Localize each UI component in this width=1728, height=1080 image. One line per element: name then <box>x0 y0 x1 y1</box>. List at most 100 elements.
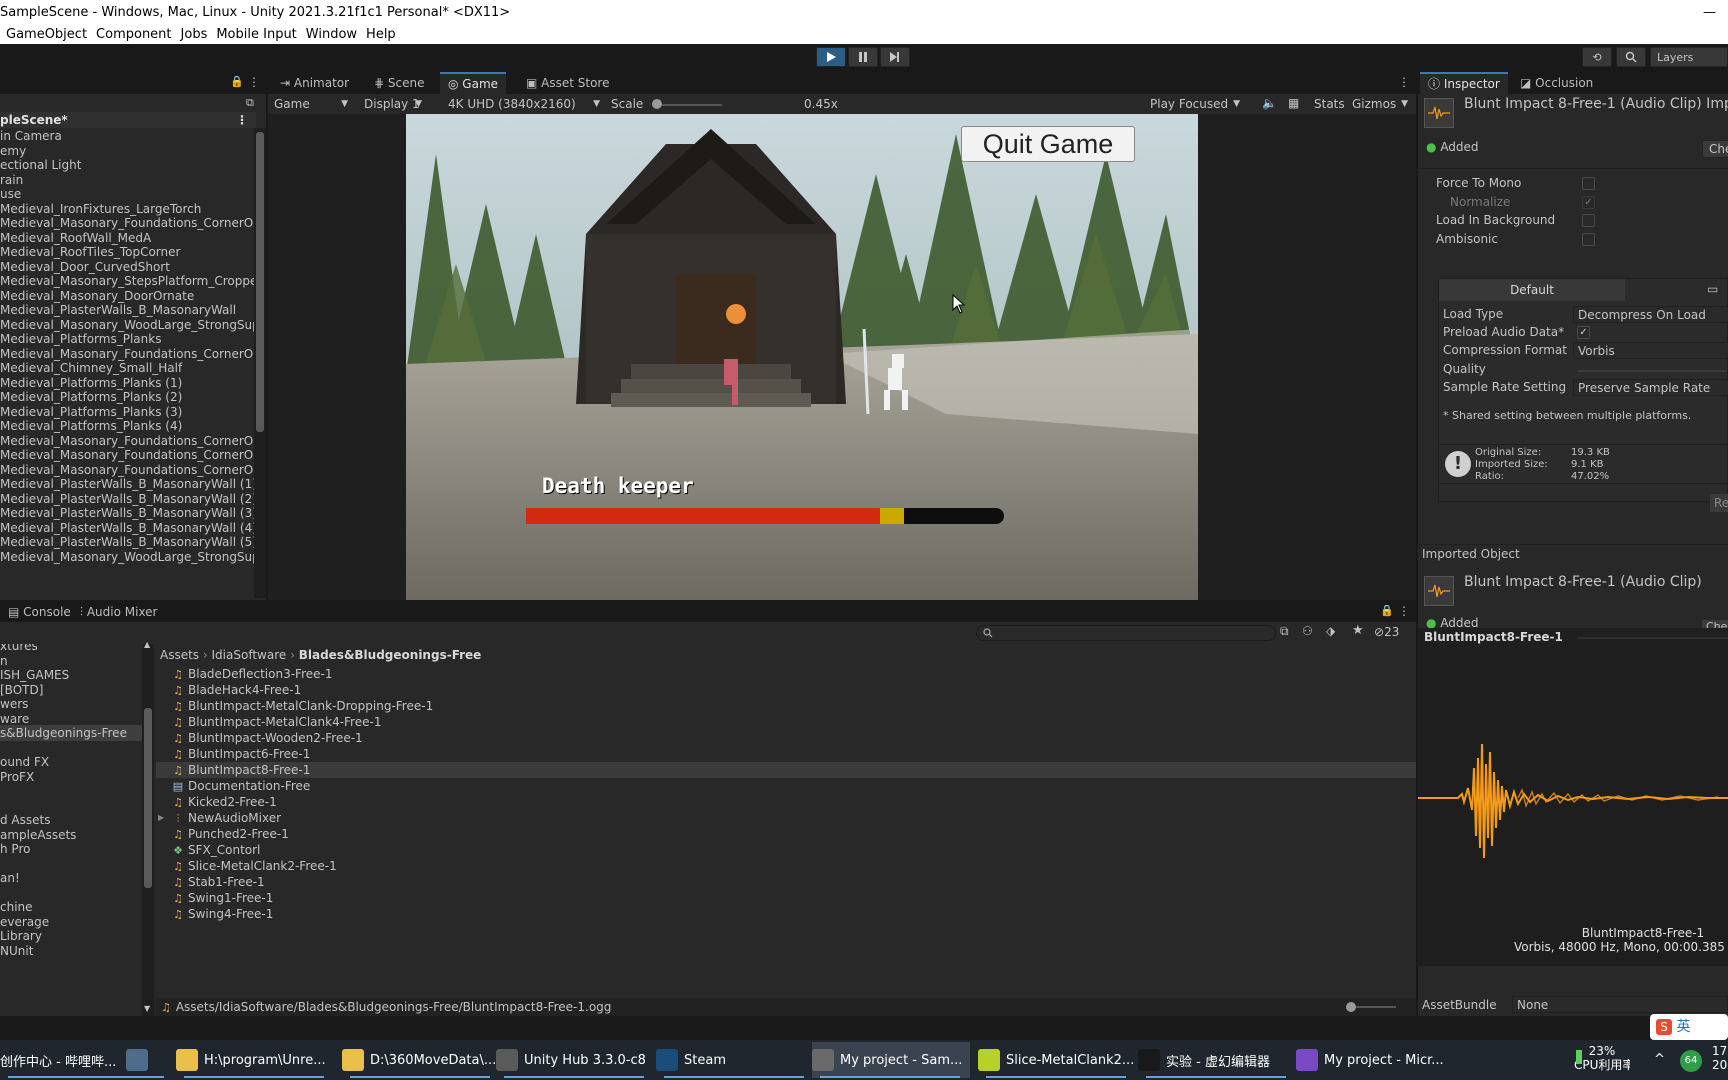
resolution-dropdown[interactable]: 4K UHD (3840x2160) ▼ <box>444 95 604 113</box>
platform-setting-dropdown[interactable]: Decompress On Load <box>1573 306 1728 323</box>
imported-che-button[interactable]: Che <box>1702 620 1728 628</box>
file-list-item[interactable]: ♫ Stab1-Free-1 <box>156 874 1416 890</box>
scale-slider-track[interactable] <box>654 104 722 106</box>
file-list-item[interactable]: ♫ BluntImpact-Wooden2-Free-1 <box>156 730 1416 746</box>
panel-menu-icon[interactable]: ⋮ <box>248 75 260 89</box>
platform-tab-default[interactable]: Default <box>1439 279 1625 301</box>
step-button[interactable] <box>880 47 910 67</box>
tab-asset-store[interactable]: ▣ Asset Store <box>518 72 618 94</box>
scroll-up-icon[interactable]: ▲ <box>144 640 150 649</box>
menu-jobs[interactable]: Jobs <box>181 26 208 44</box>
menu-mobile-input[interactable]: Mobile Input <box>216 26 296 44</box>
file-list-item[interactable]: ♫ Slice-MetalClank2-Free-1 <box>156 858 1416 874</box>
play-mode-dropdown[interactable]: Play Focused ▼ <box>1146 95 1244 113</box>
taskbar-item[interactable]: 实验 - 虚幻编辑器 <box>1138 1042 1286 1078</box>
platform-setting-dropdown[interactable]: Vorbis <box>1573 342 1728 360</box>
menu-help[interactable]: Help <box>366 26 396 44</box>
preview-drag-handle[interactable] <box>1578 637 1728 639</box>
revert-button[interactable]: Re <box>1710 494 1728 512</box>
expand-arrow-icon[interactable]: ▶ <box>158 810 164 826</box>
folder-tree-item[interactable]: NUnit <box>0 943 142 959</box>
file-list-item[interactable]: ♫ Swing4-Free-1 <box>156 906 1416 922</box>
lock-icon[interactable]: 🔒 <box>1380 604 1394 617</box>
scene-menu-icon[interactable]: ⋮ <box>236 112 248 128</box>
search-by-type-icon[interactable]: ⧉ <box>1280 624 1289 639</box>
monitor-platform-icon[interactable]: ▭ <box>1707 282 1718 296</box>
tag-icon[interactable]: ⬗ <box>1326 624 1335 638</box>
search-button[interactable] <box>1616 47 1646 67</box>
tab-animator[interactable]: ⇥ Animator <box>272 72 357 94</box>
menu-gameobject[interactable]: GameObject <box>6 26 87 44</box>
file-list-item[interactable]: ♫ BladeHack4-Free-1 <box>156 682 1416 698</box>
scene-row[interactable]: pleScene* ⋮ <box>0 112 256 128</box>
filter-type-icon[interactable]: ⚇ <box>1302 624 1313 638</box>
breadcrumb-assets[interactable]: Assets <box>160 648 199 662</box>
breadcrumb-current-folder[interactable]: Blades&Bludgeonings-Free <box>299 648 482 662</box>
icon-size-slider-handle[interactable] <box>1346 1002 1356 1012</box>
menu-window[interactable]: Window <box>306 26 357 44</box>
hierarchy-item[interactable]: Medieval_Masonary_WoodLarge_StrongSuppo <box>0 549 254 565</box>
tab-console[interactable]: ▤ Console <box>0 602 79 622</box>
platform-setting-dropdown[interactable]: Preserve Sample Rate <box>1573 378 1728 396</box>
tab-inspector[interactable]: ⓘ Inspector <box>1420 72 1508 94</box>
taskbar-item[interactable]: My project - Sam... <box>812 1042 971 1078</box>
game-viewport[interactable]: Quit Game Death keeper <box>268 114 1416 600</box>
file-list-item[interactable]: ♫ BluntImpact6-Free-1 <box>156 746 1416 762</box>
file-list-item[interactable]: ▤ Documentation-Free <box>156 778 1416 794</box>
minimize-button[interactable]: — <box>1703 0 1716 26</box>
tab-scene[interactable]: ⋕ Scene <box>366 72 432 94</box>
display-dropdown[interactable]: Display 1 ▼ <box>360 95 426 113</box>
play-button[interactable] <box>816 47 846 67</box>
gizmos-dropdown[interactable]: Gizmos ▼ <box>1348 95 1412 113</box>
che-button[interactable]: Che <box>1702 140 1728 158</box>
layers-dropdown[interactable]: Layers <box>1650 47 1728 67</box>
taskbar-item[interactable]: 创作中心 - 哔哩哔... <box>0 1042 148 1078</box>
file-list-item[interactable]: ♫ BluntImpact-MetalClank4-Free-1 <box>156 714 1416 730</box>
file-list-item[interactable]: ♫ Punched2-Free-1 <box>156 826 1416 842</box>
tab-audio-mixer[interactable]: ⫶ Audio Mixer <box>72 602 166 622</box>
preload-audio-checkbox[interactable]: ✓ <box>1577 326 1590 340</box>
hidden-count[interactable]: ⊘23 <box>1374 625 1399 639</box>
taskbar-item[interactable]: D:\360MoveData\... <box>342 1042 496 1078</box>
tab-occlusion[interactable]: ◪ Occlusion <box>1512 72 1601 94</box>
file-list-item[interactable]: ♫ BluntImpact8-Free-1 <box>156 762 1416 778</box>
clock[interactable]: 17 20 <box>1712 1044 1728 1072</box>
file-list-item[interactable]: ▶ ⫶ NewAudioMixer <box>156 810 1416 826</box>
ime-indicator[interactable]: S 英 <box>1650 1014 1728 1040</box>
tray-chevron-up-icon[interactable]: ^ <box>1654 1052 1665 1067</box>
folder-tree-scrollbar[interactable]: ▲ ▼ <box>142 640 154 1016</box>
star-icon[interactable]: ★ <box>1352 623 1364 638</box>
project-search-input[interactable] <box>976 625 1276 641</box>
taskbar-item[interactable]: Slice-MetalClank2... <box>978 1042 1134 1078</box>
folder-tree-scroll-thumb[interactable] <box>144 708 152 888</box>
history-button[interactable]: ⟲ <box>1582 47 1612 67</box>
center-panel-menu-icon[interactable]: ⋮ <box>1398 75 1410 89</box>
hierarchy-scroll-thumb[interactable] <box>256 132 264 432</box>
assetbundle-dropdown[interactable]: None <box>1512 996 1728 1013</box>
breadcrumb-idiasoftware[interactable]: IdiaSoftware <box>212 648 287 662</box>
taskbar-item[interactable]: My project - Micr... <box>1296 1042 1444 1078</box>
scroll-down-icon[interactable]: ▼ <box>144 1004 150 1013</box>
file-list-item[interactable]: ♫ Swing1-Free-1 <box>156 890 1416 906</box>
file-list-item[interactable]: ♫ BluntImpact-MetalClank-Dropping-Free-1 <box>156 698 1416 714</box>
file-list-item[interactable]: ❖ SFX_Contorl <box>156 842 1416 858</box>
grid-icon[interactable]: ▦ <box>1288 96 1299 110</box>
view-dropdown[interactable]: Game ▼ <box>270 95 352 113</box>
taskbar-item[interactable]: H:\program\Unre... <box>176 1042 326 1078</box>
stats-button[interactable]: Stats <box>1314 97 1345 111</box>
scene-options-icon[interactable]: ⧉ <box>246 96 254 110</box>
hierarchy-scrollbar[interactable] <box>254 128 266 598</box>
import-property-checkbox[interactable] <box>1582 177 1595 190</box>
speaker-icon[interactable]: 🔈 <box>1262 96 1277 110</box>
lock-icon[interactable]: 🔒 <box>230 75 244 88</box>
import-property-checkbox[interactable] <box>1582 232 1595 246</box>
file-list-item[interactable]: ♫ BladeDeflection3-Free-1 <box>156 666 1416 682</box>
taskbar-item[interactable] <box>126 1042 164 1078</box>
taskbar-item[interactable]: Unity Hub 3.3.0-c8 <box>496 1042 646 1078</box>
import-property-checkbox[interactable] <box>1582 214 1595 227</box>
tray-badge[interactable]: 64 <box>1680 1050 1702 1072</box>
pause-button[interactable] <box>848 47 878 67</box>
quit-game-button[interactable]: Quit Game <box>961 126 1135 162</box>
taskbar-item[interactable]: Steam <box>656 1042 804 1078</box>
project-panel-menu-icon[interactable]: ⋮ <box>1398 604 1410 618</box>
